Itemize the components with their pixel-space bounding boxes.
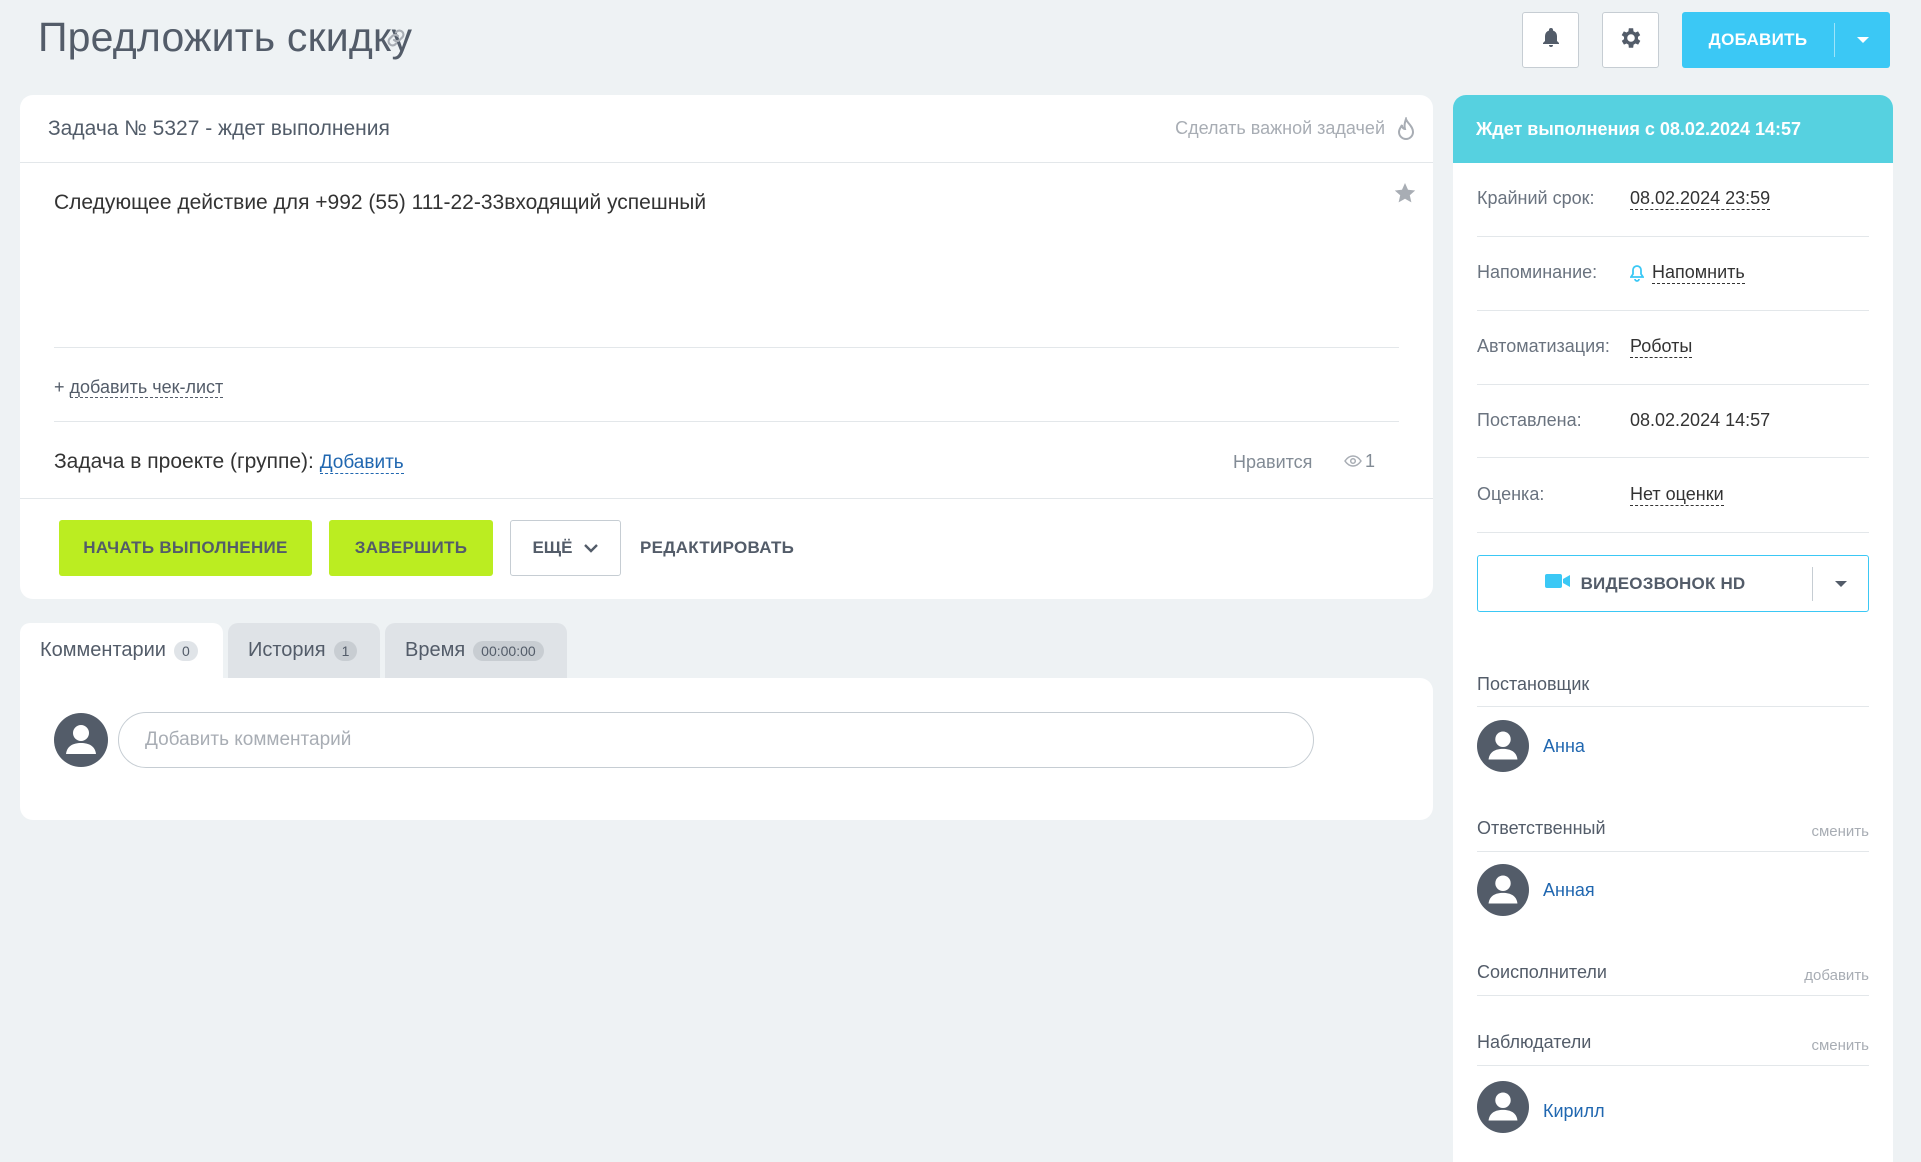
tab-badge: 00:00:00 [473,640,544,661]
rating-label: Оценка: [1477,484,1545,504]
bell-icon [1539,26,1563,55]
project-add-link[interactable]: Добавить [319,452,404,474]
more-button-label: ЕЩЁ [532,538,573,557]
task-header-title: Задача № 5327 - ждет выполнения [48,117,390,140]
add-dropdown-arrow[interactable] [1835,31,1890,49]
divider [54,421,1399,422]
responsible-title: Ответственный [1477,818,1606,838]
responsible-change-link[interactable]: сменить [1811,823,1869,840]
reminder-label: Напоминание: [1477,262,1598,282]
views-counter: 1 [1344,451,1375,472]
add-checklist-plus: + [54,377,65,397]
camera-icon [1544,573,1571,594]
created-value: 08.02.2024 14:57 [1630,410,1771,430]
divider [1477,532,1869,533]
video-call-button[interactable]: ВИДЕОЗВОНОК HD [1477,555,1869,612]
video-call-main[interactable]: ВИДЕОЗВОНОК HD [1478,573,1812,594]
divider [1477,310,1869,311]
chevron-down-icon [583,538,599,558]
tab-label: Время [405,639,466,661]
like-link[interactable]: Нравится [1233,452,1312,473]
small-bell-icon [1629,264,1645,287]
notifications-button[interactable] [1522,12,1579,68]
add-button-label: ДОБАВИТЬ [1708,30,1808,49]
coexecutors-title: Соисполнители [1477,962,1607,982]
tab-badge: 1 [333,640,358,661]
divider [1477,995,1869,996]
sidebar-panel [1453,95,1893,1162]
gear-icon [1618,25,1644,56]
divider [1477,384,1869,385]
add-checklist[interactable]: + добавить чек-лист [54,377,224,398]
divider [1477,851,1869,852]
start-task-button[interactable]: НАЧАТЬ ВЫПОЛНЕНИЕ [59,520,312,576]
star-icon[interactable] [1393,181,1417,210]
task-header: Задача № 5327 - ждет выполнения Сделать … [20,95,1433,163]
add-button[interactable]: ДОБАВИТЬ [1682,12,1890,68]
avatar[interactable] [1477,864,1529,921]
observers-change-link[interactable]: сменить [1811,1037,1869,1054]
views-count: 1 [1365,451,1376,471]
avatar[interactable] [1477,1081,1529,1138]
tab-time[interactable]: Время 00:00:00 [385,623,567,678]
creator-title: Постановщик [1477,674,1590,694]
eye-icon [1344,451,1362,472]
avatar [54,713,108,772]
project-label: Задача в проекте (группе): [54,450,314,473]
automation-value[interactable]: Роботы [1630,336,1693,358]
created-label: Поставлена: [1477,410,1582,430]
coexecutors-add-link[interactable]: добавить [1804,967,1869,984]
divider [1477,457,1869,458]
task-description: Следующее действие для +992 (55) 111-22-… [54,191,707,214]
responsible-name[interactable]: Анная [1543,880,1595,901]
creator-name[interactable]: Анна [1543,736,1585,757]
divider [1477,1065,1869,1066]
project-row: Задача в проекте (группе): Добавить [54,450,404,474]
complete-task-button[interactable]: ЗАВЕРШИТЬ [329,520,493,576]
more-button[interactable]: ЕЩЁ [510,520,621,576]
video-call-dropdown[interactable] [1813,575,1868,593]
observers-title: Наблюдатели [1477,1032,1592,1052]
automation-label: Автоматизация: [1477,336,1610,356]
add-checklist-link[interactable]: добавить чек-лист [69,377,224,398]
observer-name[interactable]: Кирилл [1543,1101,1605,1122]
divider [1477,236,1869,237]
flame-icon[interactable] [1397,115,1415,146]
divider [1477,706,1869,707]
tab-label: История [248,639,326,661]
comment-input[interactable] [118,712,1314,768]
link-icon[interactable] [384,26,408,50]
tab-badge: 0 [173,640,198,661]
edit-button[interactable]: РЕДАКТИРОВАТЬ [640,538,794,558]
divider [54,347,1399,348]
tab-history[interactable]: История 1 [228,623,380,678]
caret-down-icon [1834,575,1848,593]
caret-down-icon [1856,31,1870,49]
status-text: Ждет выполнения с 08.02.2024 14:57 [1476,119,1802,139]
deadline-value[interactable]: 08.02.2024 23:59 [1630,188,1771,210]
settings-button[interactable] [1602,12,1659,68]
rating-value[interactable]: Нет оценки [1630,484,1724,506]
page-title: Предложить скидку [38,14,413,60]
reminder-value[interactable]: Напомнить [1652,262,1745,284]
avatar[interactable] [1477,720,1529,777]
deadline-label: Крайний срок: [1477,188,1595,208]
tab-label: Комментарии [40,639,166,661]
video-call-label: ВИДЕОЗВОНОК HD [1580,573,1746,593]
make-important-link[interactable]: Сделать важной задачей [1175,118,1385,139]
tab-comments[interactable]: Комментарии 0 [20,623,223,678]
divider [20,498,1433,499]
